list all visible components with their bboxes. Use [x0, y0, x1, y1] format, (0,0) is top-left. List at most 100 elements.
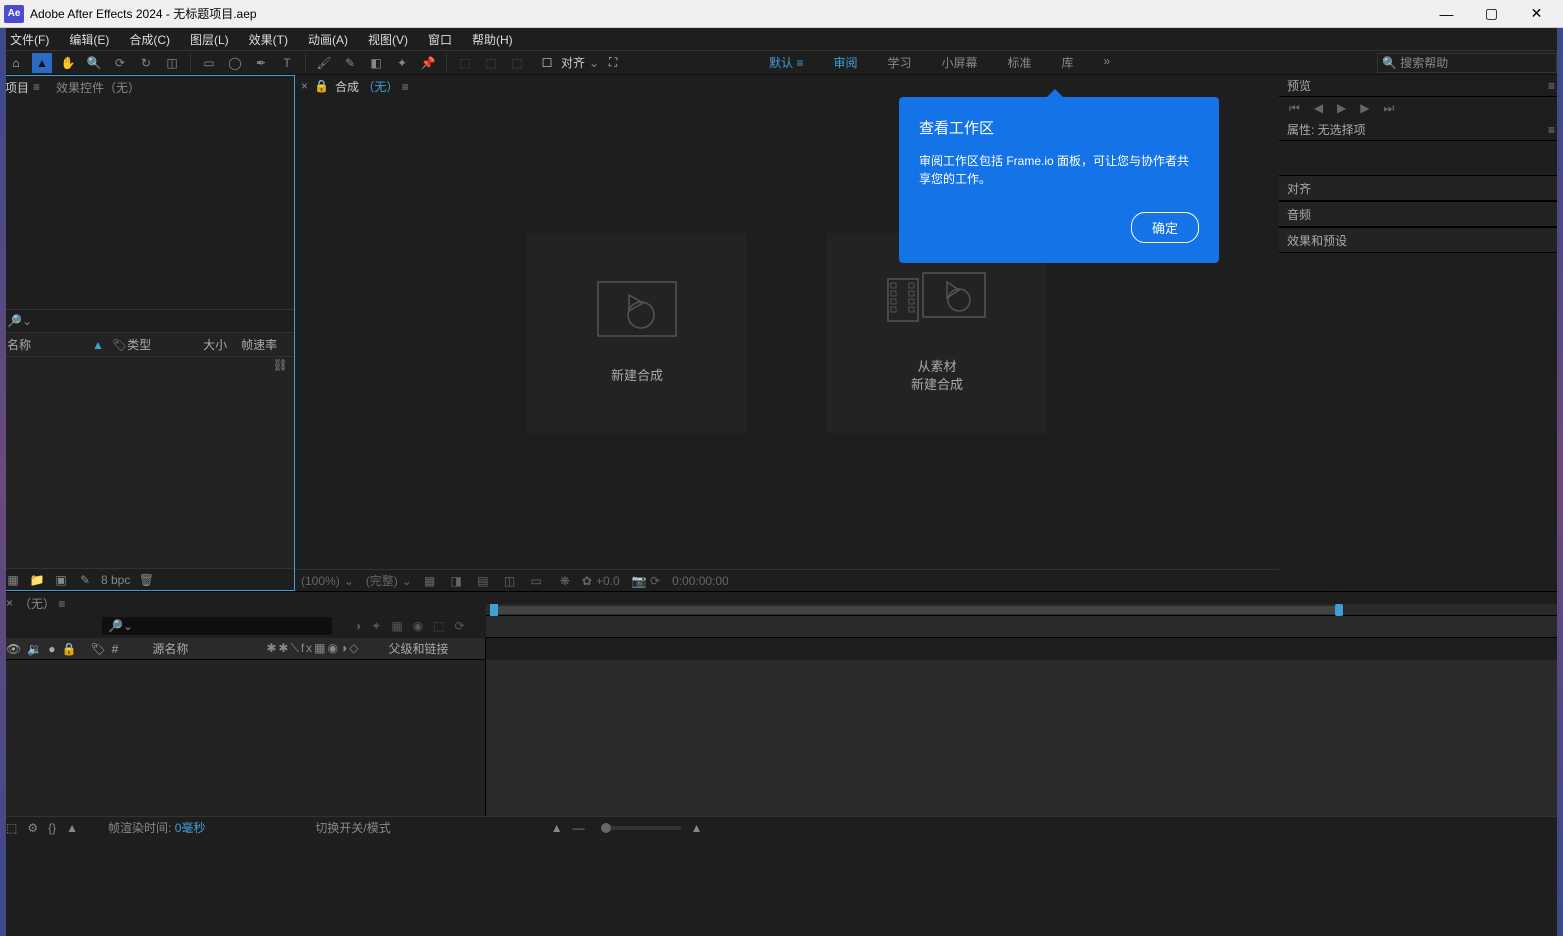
last-frame-icon[interactable]: ⏭ [1384, 101, 1395, 116]
timeline-tab[interactable]: （无） ≡ [19, 595, 65, 612]
text-tool[interactable]: T [277, 53, 297, 73]
workspace-library[interactable]: 库 [1062, 54, 1074, 71]
hand-tool[interactable]: ✋ [58, 53, 78, 73]
time-ruler[interactable] [486, 616, 1563, 638]
snapshot[interactable]: 📷 ⟳ [632, 574, 660, 588]
workspace-more[interactable]: » [1104, 54, 1111, 71]
play-icon[interactable]: ▶ [1337, 101, 1346, 115]
toggle-icon[interactable]: {} [48, 821, 56, 835]
toggle-icon[interactable]: ⚙ [27, 821, 38, 835]
roto-tool[interactable]: ✦ [392, 53, 412, 73]
popup-ok-button[interactable]: 确定 [1131, 212, 1199, 243]
group2[interactable]: ⬚ [481, 53, 501, 73]
selection-tool[interactable]: ▲ [32, 53, 52, 73]
search-help[interactable]: 🔍 搜索帮助 [1377, 53, 1557, 73]
work-area-bar[interactable] [486, 604, 1563, 616]
tl-icon[interactable]: ◉ [413, 619, 423, 633]
menu-animation[interactable]: 动画(A) [304, 29, 352, 50]
tl-icon[interactable]: ⬚ [433, 619, 444, 633]
tab-effect-controls[interactable]: 效果控件（无） [56, 79, 140, 96]
prev-frame-icon[interactable]: ◀ [1314, 101, 1323, 115]
timecode[interactable]: 0:00:00:00 [672, 574, 729, 588]
workspace-default[interactable]: 默认 ≡ [769, 54, 803, 71]
audio-panel-header[interactable]: 音频 [1279, 201, 1563, 227]
comp-icon[interactable]: ▣ [53, 573, 69, 587]
menu-view[interactable]: 视图(V) [364, 29, 412, 50]
workspace-small[interactable]: 小屏幕 [941, 54, 977, 71]
menu-window[interactable]: 窗口 [424, 29, 456, 50]
camera-tool[interactable]: ◫ [162, 53, 182, 73]
solo-icon[interactable]: ● [48, 642, 55, 656]
lock-icon[interactable]: 🔒 [61, 642, 76, 656]
menu-effect[interactable]: 效果(T) [245, 29, 292, 50]
clone-tool[interactable]: ✎ [340, 53, 360, 73]
adjust-icon[interactable]: ✎ [77, 573, 93, 587]
toggle-icon[interactable]: ▲ [66, 821, 78, 835]
snap-toggle[interactable]: ⛶ [603, 53, 623, 73]
tl-icon[interactable]: ◑ [354, 619, 361, 633]
index-col[interactable]: # [112, 642, 119, 656]
minimize-button[interactable]: — [1424, 0, 1469, 28]
resolution-dropdown[interactable]: (完整) ⌄ [366, 572, 412, 589]
folder-icon[interactable]: 📁 [29, 573, 45, 587]
maximize-button[interactable]: ▢ [1469, 0, 1514, 28]
col-fps[interactable]: 帧速率 [227, 336, 277, 353]
comp-tab-label[interactable]: 合成 （无） ≡ [335, 78, 409, 95]
menu-layer[interactable]: 图层(L) [186, 29, 233, 50]
eraser-tool[interactable]: ◧ [366, 53, 386, 73]
workspace-standard[interactable]: 标准 [1008, 54, 1032, 71]
tl-icon[interactable]: ⟳ [454, 619, 464, 633]
switch-mode[interactable]: 切换开关/模式 [315, 819, 390, 836]
next-frame-icon[interactable]: ▶ [1360, 101, 1369, 115]
ellipse-tool[interactable]: ◯ [225, 53, 245, 73]
orbit-tool[interactable]: ⟳ [110, 53, 130, 73]
rect-tool[interactable]: ▭ [199, 53, 219, 73]
snap-icon[interactable]: ☐ [537, 53, 557, 73]
group3[interactable]: ⬚ [507, 53, 527, 73]
col-size[interactable]: 大小 [187, 336, 227, 353]
timeline-tracks[interactable] [486, 660, 1563, 816]
col-name[interactable]: 名称 [7, 336, 92, 353]
project-search[interactable]: 🔎⌄ [1, 309, 294, 333]
tl-icon[interactable]: ✦ [371, 619, 381, 633]
lock-icon[interactable]: 🔒 [314, 79, 329, 93]
workspace-review[interactable]: 审阅 [833, 54, 857, 71]
align-panel-header[interactable]: 对齐 [1279, 175, 1563, 201]
tab-close[interactable]: × [301, 79, 308, 93]
interpret-icon[interactable]: ▦ [5, 573, 21, 587]
effects-panel-header[interactable]: 效果和预设 [1279, 227, 1563, 253]
menu-help[interactable]: 帮助(H) [468, 29, 517, 50]
pen-tool[interactable]: ✒ [251, 53, 271, 73]
close-button[interactable]: ✕ [1514, 0, 1559, 28]
rotate-tool[interactable]: ↻ [136, 53, 156, 73]
new-from-footage-button[interactable]: 从素材新建合成 [827, 233, 1047, 433]
zoom-tool[interactable]: 🔍 [84, 53, 104, 73]
switches-col[interactable]: ✱✱⟍fx▦◉◑◇ [266, 641, 360, 656]
properties-panel-header[interactable]: 属性: 无选择项≡ [1279, 119, 1563, 141]
preview-panel-header[interactable]: 预览≡ [1279, 75, 1563, 97]
col-type[interactable]: 类型 [127, 336, 187, 353]
parent-col[interactable]: 父级和链接 [388, 640, 448, 657]
project-list[interactable] [1, 357, 294, 568]
menu-edit[interactable]: 编辑(E) [65, 29, 113, 50]
flow-icon[interactable]: ⛓ [273, 358, 288, 372]
group1[interactable]: ⬚ [455, 53, 475, 73]
snap-label[interactable]: 对齐 [561, 54, 585, 71]
toggle-icon[interactable]: ⬚ [6, 821, 17, 835]
source-name-col[interactable]: 源名称 [152, 640, 188, 657]
menu-file[interactable]: 文件(F) [6, 29, 53, 50]
puppet-tool[interactable]: 📌 [418, 53, 438, 73]
workspace-learn[interactable]: 学习 [887, 54, 911, 71]
trash-icon[interactable]: 🗑 [138, 573, 154, 587]
menu-composition[interactable]: 合成(C) [125, 29, 174, 50]
first-frame-icon[interactable]: ⏮ [1289, 101, 1300, 116]
eye-icon[interactable]: 👁 [6, 642, 21, 656]
tl-icon[interactable]: ▦ [391, 619, 402, 633]
label-icon[interactable]: 🏷 [90, 642, 105, 656]
new-composition-button[interactable]: 新建合成 [527, 233, 747, 433]
timeline-tab-close[interactable]: × [6, 596, 13, 610]
tab-project[interactable]: 项目 ≡ [5, 79, 40, 96]
home-button[interactable]: ⌂ [6, 53, 26, 73]
color-mgmt[interactable]: ❋ [560, 574, 570, 588]
zoom-dropdown[interactable]: (100%) ⌄ [301, 574, 354, 588]
